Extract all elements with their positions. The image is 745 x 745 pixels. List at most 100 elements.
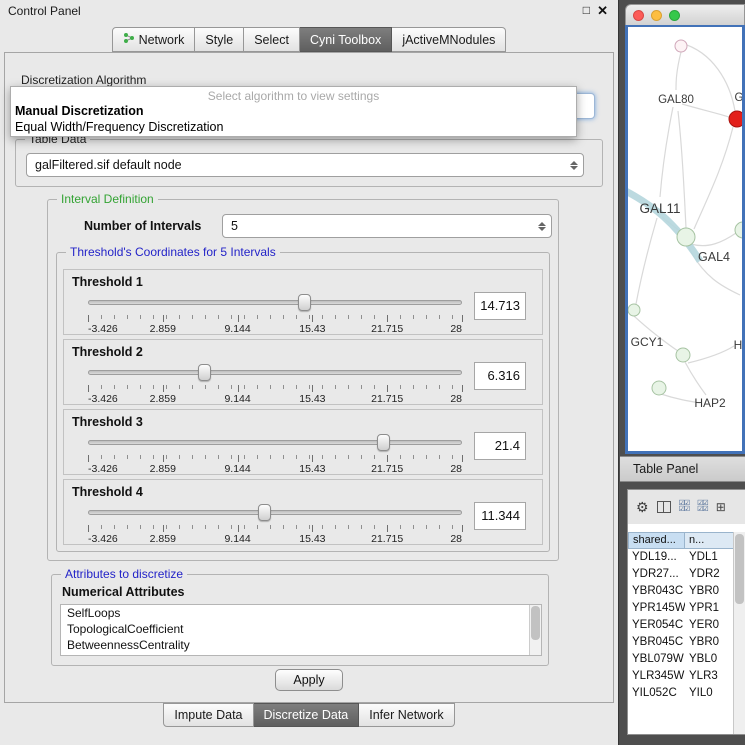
- network-graph: GAL80 G GAL11 GAL4 GCY1 H HAP2: [628, 27, 742, 451]
- cyni-toolbox-panel: Discretization Algorithm Select algorith…: [4, 52, 614, 703]
- table-cell: YBR043C: [628, 583, 685, 600]
- tab-label: Style: [205, 33, 233, 47]
- slider-handle[interactable]: [258, 504, 271, 521]
- threshold-value-field[interactable]: 6.316: [474, 362, 526, 390]
- tab-jactivemnodules[interactable]: jActiveMNodules: [392, 27, 506, 52]
- table-row[interactable]: YBR043CYBR0: [628, 583, 745, 600]
- attributes-group: Attributes to discretize Numerical Attri…: [51, 574, 549, 666]
- table-row[interactable]: YBL079WYBL0: [628, 651, 745, 668]
- scrollbar-thumb[interactable]: [531, 606, 540, 640]
- network-icon: [123, 32, 135, 47]
- apply-button[interactable]: Apply: [275, 669, 343, 691]
- tab-label: Cyni Toolbox: [310, 33, 381, 47]
- slider-track[interactable]: [88, 300, 462, 305]
- gear-icon[interactable]: ⚙: [636, 499, 649, 516]
- network-node[interactable]: [676, 348, 690, 362]
- table-row[interactable]: YDL19...YDL1: [628, 549, 745, 566]
- tab-select[interactable]: Select: [244, 27, 300, 52]
- network-node[interactable]: [675, 40, 687, 52]
- threshold-value-field[interactable]: 14.713: [474, 292, 526, 320]
- numerical-attributes-label: Numerical Attributes: [62, 585, 184, 599]
- tab-discretize-data[interactable]: Discretize Data: [254, 703, 360, 727]
- table-row[interactable]: YIL052CYIL0: [628, 685, 745, 702]
- table-row[interactable]: YDR27...YDR2: [628, 566, 745, 583]
- node-label: G: [735, 92, 742, 104]
- top-tab-bar: Network Style Select Cyni Toolbox jActiv…: [0, 27, 618, 52]
- column-header[interactable]: shared...: [628, 532, 685, 549]
- table-row[interactable]: YPR145WYPR1: [628, 600, 745, 617]
- slider-handle[interactable]: [377, 434, 390, 451]
- network-node[interactable]: [735, 222, 742, 238]
- slider-ticks: [88, 525, 462, 532]
- close-traffic-light-icon[interactable]: [633, 10, 644, 21]
- attributes-title: Attributes to discretize: [61, 567, 187, 581]
- threshold-slider[interactable]: -3.426 2.859 9.144 15.43 21.715 28: [88, 364, 462, 404]
- slider-ticks: [88, 315, 462, 322]
- float-window-icon[interactable]: □: [583, 3, 590, 17]
- tab-label: Impute Data: [174, 708, 242, 722]
- table-row[interactable]: YLR345WYLR3: [628, 668, 745, 685]
- network-node[interactable]: [652, 381, 666, 395]
- stepper-icon: [567, 161, 583, 170]
- number-of-intervals-select[interactable]: 5: [222, 214, 552, 238]
- list-item[interactable]: SelfLoops: [61, 605, 541, 621]
- threshold-label: Threshold 3: [72, 415, 143, 429]
- scrollbar-thumb[interactable]: [735, 534, 744, 604]
- threshold-label: Threshold 1: [72, 275, 143, 289]
- algorithm-option-manual[interactable]: Manual Discretization: [11, 102, 576, 119]
- tab-impute-data[interactable]: Impute Data: [163, 703, 253, 727]
- tab-network[interactable]: Network: [112, 27, 196, 52]
- zoom-traffic-light-icon[interactable]: [669, 10, 680, 21]
- table-data-value: galFiltered.sif default node: [27, 158, 567, 172]
- network-window-titlebar: [625, 4, 745, 25]
- select-columns-icon[interactable]: ☑☑ ☑☑: [679, 501, 690, 513]
- network-canvas[interactable]: GAL80 G GAL11 GAL4 GCY1 H HAP2: [625, 25, 745, 454]
- table-scrollbar[interactable]: [733, 532, 745, 734]
- threshold-slider[interactable]: -3.426 2.859 9.144 15.43 21.715 28: [88, 434, 462, 474]
- minimize-traffic-light-icon[interactable]: [651, 10, 662, 21]
- threshold-slider[interactable]: -3.426 2.859 9.144 15.43 21.715 28: [88, 504, 462, 544]
- network-node-selected[interactable]: [729, 111, 742, 127]
- tab-cyni-toolbox[interactable]: Cyni Toolbox: [300, 27, 392, 52]
- network-node[interactable]: [677, 228, 695, 246]
- table-data-select[interactable]: galFiltered.sif default node: [26, 153, 584, 177]
- network-node[interactable]: [628, 304, 640, 316]
- window-title: Control Panel: [8, 4, 81, 18]
- list-item[interactable]: TopologicalCoefficient: [61, 621, 541, 637]
- thresholds-group: Threshold's Coordinates for 5 Intervals …: [56, 252, 550, 552]
- table-row[interactable]: YBR045CYBR0: [628, 634, 745, 651]
- add-column-icon[interactable]: ⊞: [716, 500, 726, 514]
- tab-style[interactable]: Style: [195, 27, 244, 52]
- table-panel-window: ⚙ ☑☑ ☑☑ ☑☑ ☑☑ ⊞ shared... n... YDL19...Y…: [627, 489, 745, 735]
- threshold-slider[interactable]: -3.426 2.859 9.144 15.43 21.715 28: [88, 294, 462, 334]
- threshold-row-2: Threshold 2 -3.426 2.859 9.144 15.43 21.…: [63, 339, 543, 405]
- table-panel-header[interactable]: Table Panel: [620, 456, 745, 482]
- table-data-group: Table Data galFiltered.sif default node: [15, 139, 603, 187]
- slider-handle[interactable]: [198, 364, 211, 381]
- attributes-scrollbar[interactable]: [529, 605, 541, 655]
- tab-infer-network[interactable]: Infer Network: [359, 703, 454, 727]
- algorithm-option-equal-width[interactable]: Equal Width/Frequency Discretization: [11, 119, 576, 135]
- control-panel-titlebar: Control Panel □ ✕: [0, 0, 618, 22]
- table-row[interactable]: YER054CYER0: [628, 617, 745, 634]
- threshold-value-field[interactable]: 21.4: [474, 432, 526, 460]
- list-item[interactable]: BetweennessCentrality: [61, 637, 541, 653]
- interval-definition-title: Interval Definition: [57, 192, 158, 206]
- select-rows-icon[interactable]: ☑☑ ☑☑: [697, 501, 708, 513]
- thresholds-title: Threshold's Coordinates for 5 Intervals: [66, 245, 280, 259]
- close-window-icon[interactable]: ✕: [597, 3, 608, 19]
- columns-icon[interactable]: [657, 501, 671, 513]
- slider-track[interactable]: [88, 370, 462, 375]
- tab-label: Select: [254, 33, 289, 47]
- slider-track[interactable]: [88, 440, 462, 445]
- slider-track[interactable]: [88, 510, 462, 515]
- threshold-value-field[interactable]: 11.344: [474, 502, 526, 530]
- table-cell: YDL19...: [628, 549, 685, 566]
- node-label: H: [734, 338, 742, 352]
- interval-definition-group: Interval Definition Number of Intervals …: [47, 199, 559, 561]
- attributes-list[interactable]: SelfLoops TopologicalCoefficient Between…: [60, 604, 542, 656]
- threshold-label: Threshold 2: [72, 345, 143, 359]
- slider-handle[interactable]: [298, 294, 311, 311]
- tab-label: Discretize Data: [264, 708, 349, 722]
- table-cell: YBL079W: [628, 651, 685, 668]
